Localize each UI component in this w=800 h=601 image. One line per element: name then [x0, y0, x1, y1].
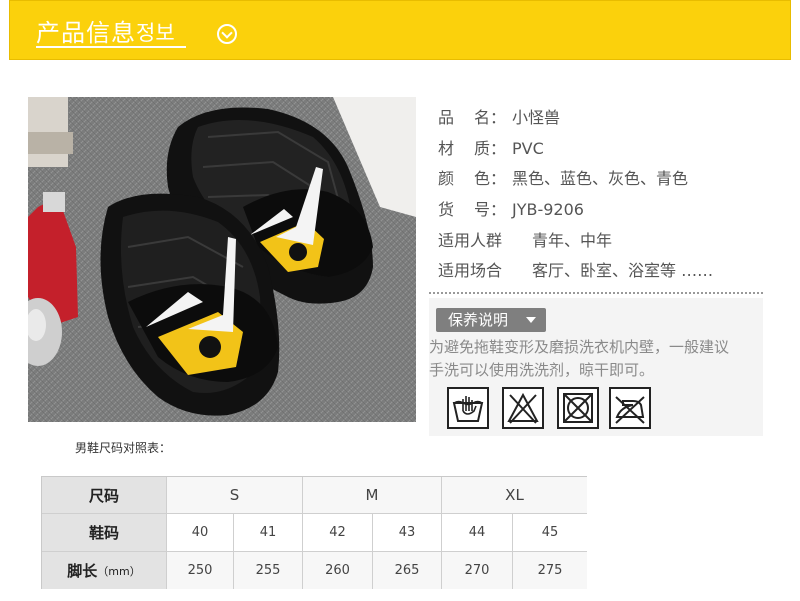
foot-length: 270 — [442, 552, 513, 589]
dotted-divider — [429, 292, 763, 294]
foot-length: 255 — [234, 552, 303, 589]
slipper-illustration — [28, 97, 416, 422]
info-value: 青年、中年 — [532, 231, 613, 250]
info-row-audience: 适用人群 青年、中年 — [438, 227, 612, 251]
info-row-material: 材质： PVC — [438, 135, 544, 159]
size-m: M — [303, 477, 442, 514]
info-value: 黑色、蓝色、灰色、青色 — [512, 169, 689, 188]
hand-wash-icon — [447, 387, 489, 429]
foot-length: 265 — [373, 552, 442, 589]
size-s: S — [167, 477, 303, 514]
info-row-sku: 货号： JYB-9206 — [438, 196, 584, 220]
info-row-color: 颜色： 黑色、蓝色、灰色、青色 — [438, 165, 688, 189]
chevron-down-icon[interactable] — [217, 24, 237, 44]
care-line-2: 手洗可以使用洗洗剂，晾干即可。 — [429, 361, 655, 379]
triangle-down-icon — [526, 317, 536, 323]
info-label: 适用场合 — [438, 261, 503, 280]
row-label-size: 尺码 — [42, 477, 167, 514]
info-value: 客厅、卧室、浴室等 …… — [532, 261, 714, 280]
section-banner: 产品信息 정보 — [9, 0, 791, 60]
info-label: 适用人群 — [438, 231, 503, 250]
banner-title: 产品信息 — [36, 19, 136, 47]
shoe-code: 45 — [513, 514, 587, 552]
no-tumble-dry-icon — [557, 387, 599, 429]
shoe-code: 44 — [442, 514, 513, 552]
info-row-occasion: 适用场合 客厅、卧室、浴室等 …… — [438, 257, 713, 281]
foot-length: 260 — [303, 552, 373, 589]
banner-underline — [36, 46, 186, 48]
size-chart-title: 男鞋尺码对照表： — [75, 441, 172, 455]
banner-subtitle: 정보 — [136, 21, 175, 45]
info-value: PVC — [512, 139, 544, 158]
shoe-code: 43 — [373, 514, 442, 552]
care-title: 保养说明 — [448, 311, 509, 329]
care-instructions: 为避免拖鞋变形及磨损洗衣机内壁，一般建议 手洗可以使用洗洗剂，晾干即可。 — [429, 336, 765, 382]
row-label-foot-length: 脚长 （mm） — [42, 552, 167, 589]
info-value: 小怪兽 — [512, 108, 561, 127]
care-title-badge: 保养说明 — [436, 308, 546, 332]
shoe-code: 42 — [303, 514, 373, 552]
no-iron-icon — [609, 387, 651, 429]
info-row-name: 品名： 小怪兽 — [438, 104, 560, 128]
foot-length: 275 — [513, 552, 587, 589]
shoe-code: 41 — [234, 514, 303, 552]
product-photo — [28, 97, 416, 422]
size-table: 尺码 S M XL 鞋码 40 41 42 43 44 45 脚长 （mm） 25… — [41, 476, 587, 589]
care-line-1: 为避免拖鞋变形及磨损洗衣机内壁，一般建议 — [429, 338, 730, 356]
row-label-shoe: 鞋码 — [42, 514, 167, 552]
foot-length: 250 — [167, 552, 234, 589]
shoe-code: 40 — [167, 514, 234, 552]
info-label: 货号 — [438, 200, 490, 219]
info-label: 颜色 — [438, 169, 490, 188]
info-value: JYB-9206 — [512, 200, 584, 219]
info-label: 材质 — [438, 139, 490, 158]
size-xl: XL — [442, 477, 587, 514]
info-label: 品名 — [438, 108, 490, 127]
no-bleach-icon — [502, 387, 544, 429]
